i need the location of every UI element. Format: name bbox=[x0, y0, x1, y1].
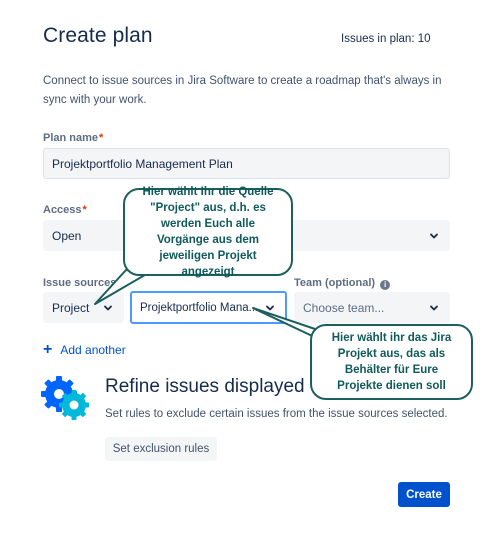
team-select[interactable]: Choose team... bbox=[294, 292, 450, 323]
chevron-down-icon bbox=[430, 305, 438, 310]
issue-source-project-select[interactable]: Projektportfolio Mana... bbox=[130, 291, 287, 324]
page-title: Create plan bbox=[43, 24, 153, 47]
set-exclusion-rules-button[interactable]: Set exclusion rules bbox=[105, 437, 217, 461]
refine-title: Refine issues displayed bbox=[105, 376, 305, 397]
chevron-down-icon bbox=[104, 305, 112, 310]
annotation-callout-source: Hier wählt Ihr die Quelle "Project" aus,… bbox=[123, 186, 293, 278]
create-button[interactable]: Create bbox=[398, 482, 450, 507]
issue-sources-label: Issue sources* bbox=[43, 277, 122, 289]
team-placeholder: Choose team... bbox=[303, 300, 385, 315]
annotation-callout-project: Hier wählt ihr das Jira Projekt aus, das… bbox=[310, 324, 473, 400]
issue-source-project-value: Projektportfolio Mana... bbox=[140, 301, 259, 314]
chevron-down-icon bbox=[266, 305, 274, 310]
gears-icon bbox=[41, 376, 89, 420]
page-description: Connect to issue sources in Jira Softwar… bbox=[43, 75, 442, 106]
plan-name-value: Projektportfolio Management Plan bbox=[52, 156, 233, 171]
issue-source-type-value: Project bbox=[52, 300, 90, 315]
plan-name-label: Plan name* bbox=[43, 132, 104, 144]
plan-name-field[interactable]: Projektportfolio Management Plan bbox=[43, 148, 450, 179]
add-another-link[interactable]: + Add another bbox=[43, 341, 126, 358]
required-mark: * bbox=[82, 204, 87, 216]
refine-description: Set rules to exclude certain issues from… bbox=[105, 408, 448, 420]
required-mark: * bbox=[117, 277, 122, 289]
add-another-label: Add another bbox=[60, 343, 126, 357]
plus-icon: + bbox=[43, 341, 53, 358]
info-icon[interactable]: i bbox=[380, 280, 391, 290]
issue-source-type-select[interactable]: Project bbox=[43, 292, 124, 323]
team-label: Team (optional) i bbox=[294, 277, 391, 290]
issues-count: Issues in plan: 10 bbox=[341, 33, 431, 45]
access-label: Access* bbox=[43, 204, 87, 216]
required-mark: * bbox=[99, 132, 104, 144]
chevron-down-icon bbox=[430, 233, 438, 238]
